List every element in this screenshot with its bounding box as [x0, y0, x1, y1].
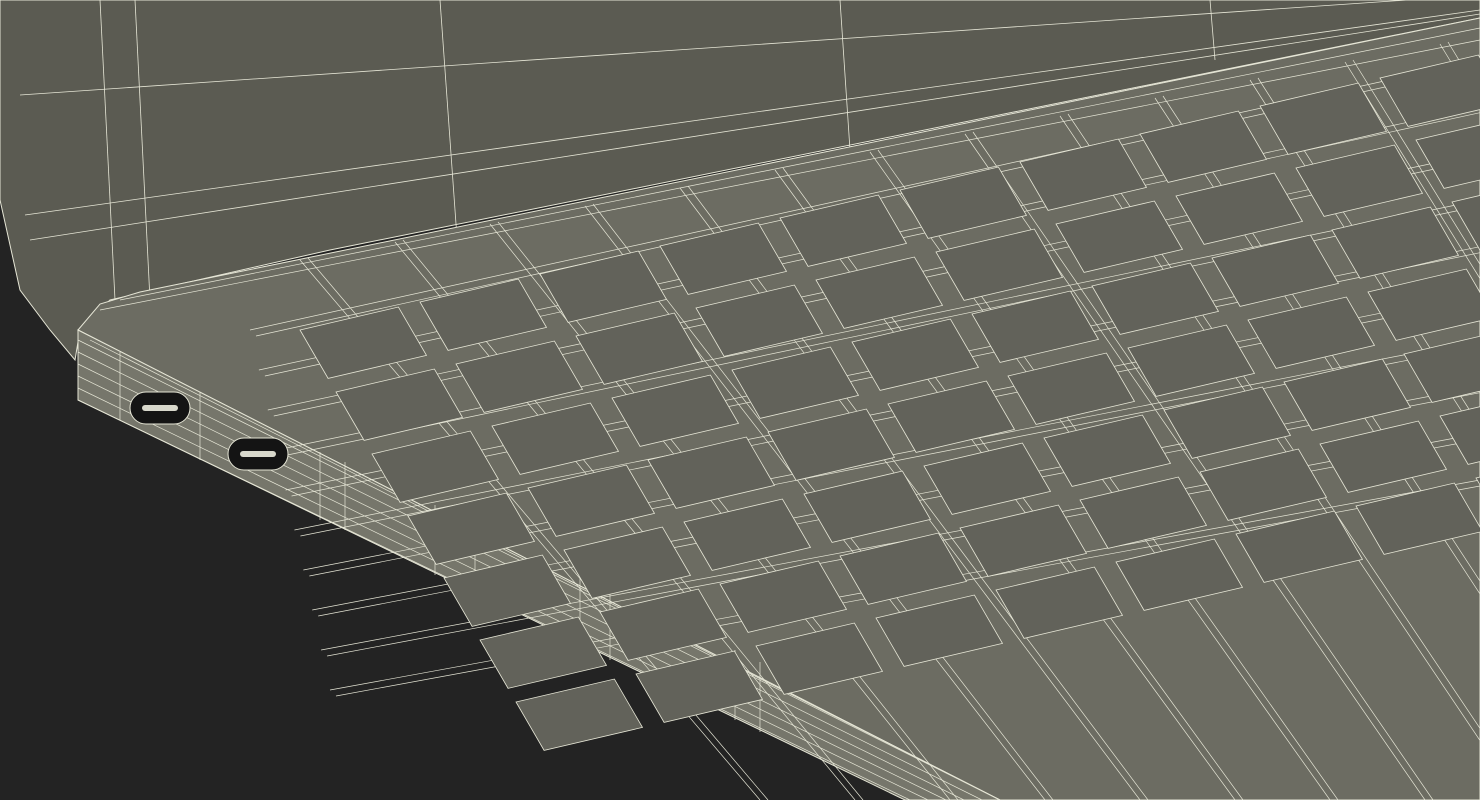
usb-c-port-1 [129, 391, 191, 425]
laptop-wireframe-scene [0, 0, 1480, 800]
usb-c-port-2 [227, 437, 289, 471]
